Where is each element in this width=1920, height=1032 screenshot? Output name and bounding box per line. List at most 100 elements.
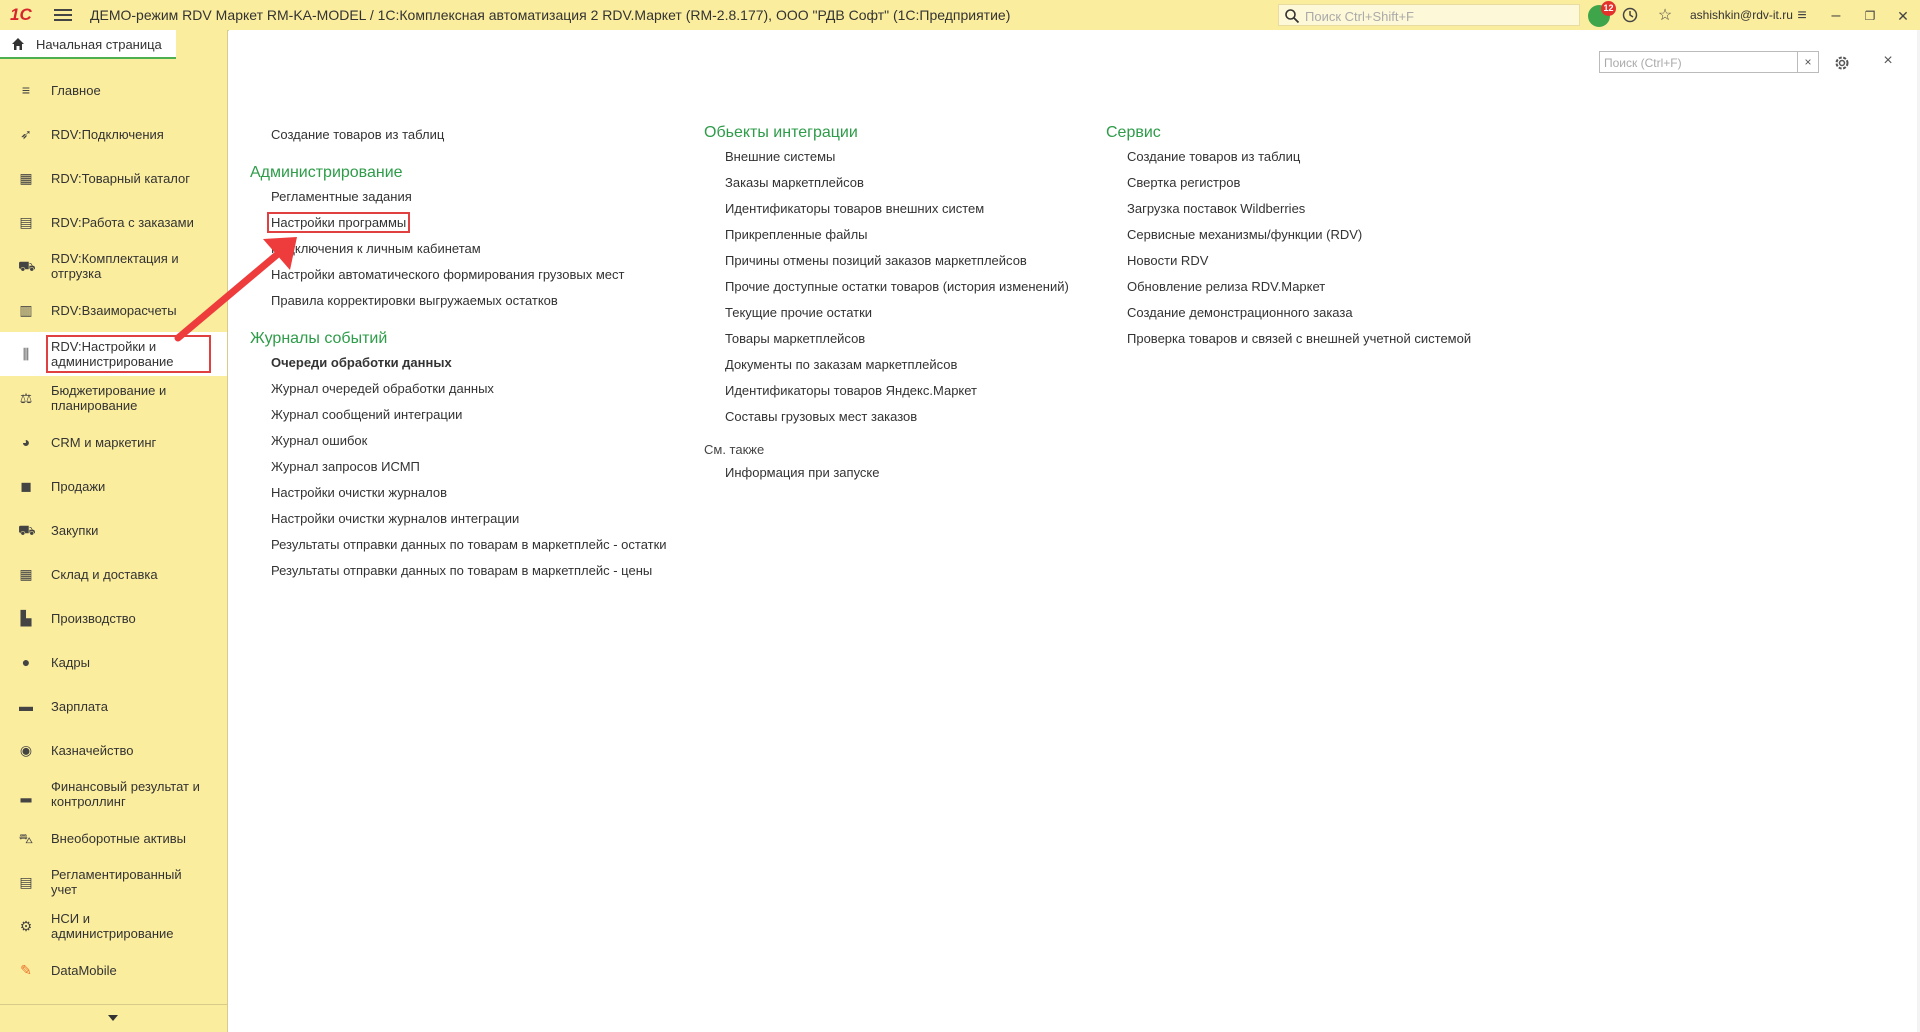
menu-link[interactable]: Прочие доступные остатки товаров (истори… xyxy=(704,274,1069,300)
menu-link[interactable]: Проверка товаров и связей с внешней учет… xyxy=(1106,326,1471,352)
menu-link[interactable]: Прикрепленные файлы xyxy=(704,222,1069,248)
menu-link[interactable]: Идентификаторы товаров Яндекс.Маркет xyxy=(704,378,1069,404)
sidebar-item[interactable]: ➶ RDV:Подключения xyxy=(0,112,227,156)
minimize-icon[interactable]: – xyxy=(1826,6,1846,26)
menu-link-label: Настройки автоматического формирования г… xyxy=(271,267,625,282)
menu-link[interactable]: Сервисные механизмы/функции (RDV) xyxy=(1106,222,1471,248)
sidebar-item[interactable]: ⚖ Бюджетирование и планирование xyxy=(0,376,227,420)
calculator-icon: ▥ xyxy=(19,302,33,318)
sidebar-item[interactable]: ⛟ RDV:Комплектация и отгрузка xyxy=(0,244,227,288)
section-search[interactable]: × xyxy=(1599,51,1819,73)
sidebar-item[interactable]: ⛟ Закупки xyxy=(0,508,227,552)
menu-link[interactable]: Правила корректировки выгружаемых остатк… xyxy=(250,288,667,314)
sidebar-item[interactable]: ▬ Зарплата xyxy=(0,684,227,728)
sidebar-item[interactable]: ▦ RDV:Товарный каталог xyxy=(0,156,227,200)
sidebar-item[interactable]: ▥ RDV:Взаиморасчеты xyxy=(0,288,227,332)
menu-link[interactable]: Внешние системы xyxy=(704,144,1069,170)
sidebar-item[interactable]: ▤ Регламентированный учет xyxy=(0,860,227,904)
menu-link[interactable]: Настройки программы xyxy=(250,210,667,236)
menu-link[interactable]: Подключения к личным кабинетам xyxy=(250,236,667,262)
menu-link[interactable]: Очереди обработки данных xyxy=(250,350,667,376)
menu-link-label: Внешние системы xyxy=(725,149,836,164)
menu-link[interactable]: Заказы маркетплейсов xyxy=(704,170,1069,196)
window-close-icon[interactable]: ✕ xyxy=(1893,6,1913,26)
menu-link[interactable]: Документы по заказам маркетплейсов xyxy=(704,352,1069,378)
close-icon[interactable]: × xyxy=(1878,51,1898,71)
gear-icon: ⚙ xyxy=(19,918,33,934)
sidebar-item-label: RDV:Настройки и администрирование xyxy=(46,335,211,373)
home-tab[interactable]: Начальная страница xyxy=(0,30,176,59)
sidebar-item[interactable]: ▤ RDV:Работа с заказами xyxy=(0,200,227,244)
group-title-see-also: См. также xyxy=(704,442,765,457)
cart-icon: ⛟ xyxy=(18,258,36,274)
sidebar-item[interactable]: ⫼ RDV:Настройки и администрирование xyxy=(0,332,227,376)
menu-link[interactable]: Текущие прочие остатки xyxy=(704,300,1069,326)
sidebar-item-label: Внеоборотные активы xyxy=(51,830,187,846)
menu-link-label: Заказы маркетплейсов xyxy=(725,175,864,190)
menu-link-label: Настройки очистки журналов интеграции xyxy=(271,511,520,526)
sidebar-item[interactable]: ≡ Главное xyxy=(0,68,227,112)
sidebar-item[interactable]: ✎ DataMobile xyxy=(0,948,227,984)
menu-link[interactable]: Журнал ошибок xyxy=(250,428,667,454)
menu-link-label: Новости RDV xyxy=(1127,253,1209,268)
menu-link[interactable]: Идентификаторы товаров внешних систем xyxy=(704,196,1069,222)
menu-link-label: Идентификаторы товаров внешних систем xyxy=(725,201,985,216)
sidebar-item[interactable]: ▂ Финансовый результат и контроллинг xyxy=(0,772,227,816)
menu-link[interactable]: Результаты отправки данных по товарам в … xyxy=(250,532,667,558)
settings-menu-icon[interactable]: ≡ xyxy=(1792,6,1812,26)
history-icon[interactable] xyxy=(1620,6,1640,26)
menu-link[interactable]: Регламентные задания xyxy=(250,184,667,210)
datamobile-icon: ✎ xyxy=(20,962,32,978)
sidebar-item-label: Главное xyxy=(51,82,101,98)
menu-link[interactable]: Составы грузовых мест заказов xyxy=(704,404,1069,430)
user-name[interactable]: ashishkin@rdv-it.ru xyxy=(1690,0,1793,30)
menu-link-label: Регламентные задания xyxy=(271,189,412,204)
menu-link-label: Товары маркетплейсов xyxy=(725,331,866,346)
menu-link[interactable]: Информация при запуске xyxy=(704,460,1069,486)
menu-link[interactable]: Причины отмены позиций заказов маркетпле… xyxy=(704,248,1069,274)
menu-link[interactable]: Создание товаров из таблиц xyxy=(1106,144,1471,170)
bag-icon: ◼ xyxy=(20,478,32,494)
menu-link[interactable]: Создание демонстрационного заказа xyxy=(1106,300,1471,326)
menu-link[interactable]: Создание товаров из таблиц xyxy=(250,122,667,148)
sidebar-item-label: RDV:Подключения xyxy=(51,126,164,142)
sidebar-item-label: RDV:Комплектация и отгрузка xyxy=(51,251,179,281)
menu-link-label: Создание товаров из таблиц xyxy=(1127,149,1301,164)
sidebar-item-label: Казначейство xyxy=(51,742,134,758)
global-search[interactable] xyxy=(1278,4,1580,26)
menu-link[interactable]: Новости RDV xyxy=(1106,248,1471,274)
sidebar-item[interactable]: ◼ Продажи xyxy=(0,464,227,508)
sidebar-item-label: Финансовый результат и контроллинг xyxy=(51,779,200,809)
gear-icon[interactable] xyxy=(1833,54,1851,72)
section-search-input[interactable] xyxy=(1602,53,1796,73)
sidebar-scroll-down[interactable] xyxy=(0,1004,227,1032)
star-icon[interactable]: ☆ xyxy=(1655,6,1675,26)
cart-icon: ⛟ xyxy=(18,522,36,538)
clear-search-icon[interactable]: × xyxy=(1797,52,1818,72)
menu-link[interactable]: Настройки очистки журналов xyxy=(250,480,667,506)
sidebar-item[interactable]: ▙ Производство xyxy=(0,596,227,640)
menu-link[interactable]: Товары маркетплейсов xyxy=(704,326,1069,352)
sidebar-item[interactable]: ◉ Казначейство xyxy=(0,728,227,772)
menu-link[interactable]: Обновление релиза RDV.Маркет xyxy=(1106,274,1471,300)
menu-link[interactable]: Свертка регистров xyxy=(1106,170,1471,196)
menu-link[interactable]: Журнал очередей обработки данных xyxy=(250,376,667,402)
title-bar: 1С ДЕМО-режим RDV Маркет RM-KA-MODEL / 1… xyxy=(0,0,1920,31)
hamburger-menu-icon[interactable] xyxy=(54,7,72,23)
sidebar-item[interactable]: ⚙ НСИ и администрирование xyxy=(0,904,227,948)
menu-link[interactable]: Настройки очистки журналов интеграции xyxy=(250,506,667,532)
sidebar-item[interactable]: ◕ CRM и маркетинг xyxy=(0,420,227,464)
restore-icon[interactable]: ❐ xyxy=(1860,6,1880,26)
menu-link-label: Причины отмены позиций заказов маркетпле… xyxy=(725,253,1027,268)
sidebar-item[interactable]: ▦ Склад и доставка xyxy=(0,552,227,596)
menu-link[interactable]: Результаты отправки данных по товарам в … xyxy=(250,558,667,584)
sidebar-item[interactable]: ⛍ Внеоборотные активы xyxy=(0,816,227,860)
global-search-input[interactable] xyxy=(1303,6,1577,26)
menu-link[interactable]: Журнал запросов ИСМП xyxy=(250,454,667,480)
menu-link[interactable]: Журнал сообщений интеграции xyxy=(250,402,667,428)
menu-link[interactable]: Загрузка поставок Wildberries xyxy=(1106,196,1471,222)
menu-link[interactable]: Настройки автоматического формирования г… xyxy=(250,262,667,288)
document-icon: ▤ xyxy=(19,214,33,230)
menu-link-label: Журнал запросов ИСМП xyxy=(271,459,420,474)
sidebar-item[interactable]: ● Кадры xyxy=(0,640,227,684)
